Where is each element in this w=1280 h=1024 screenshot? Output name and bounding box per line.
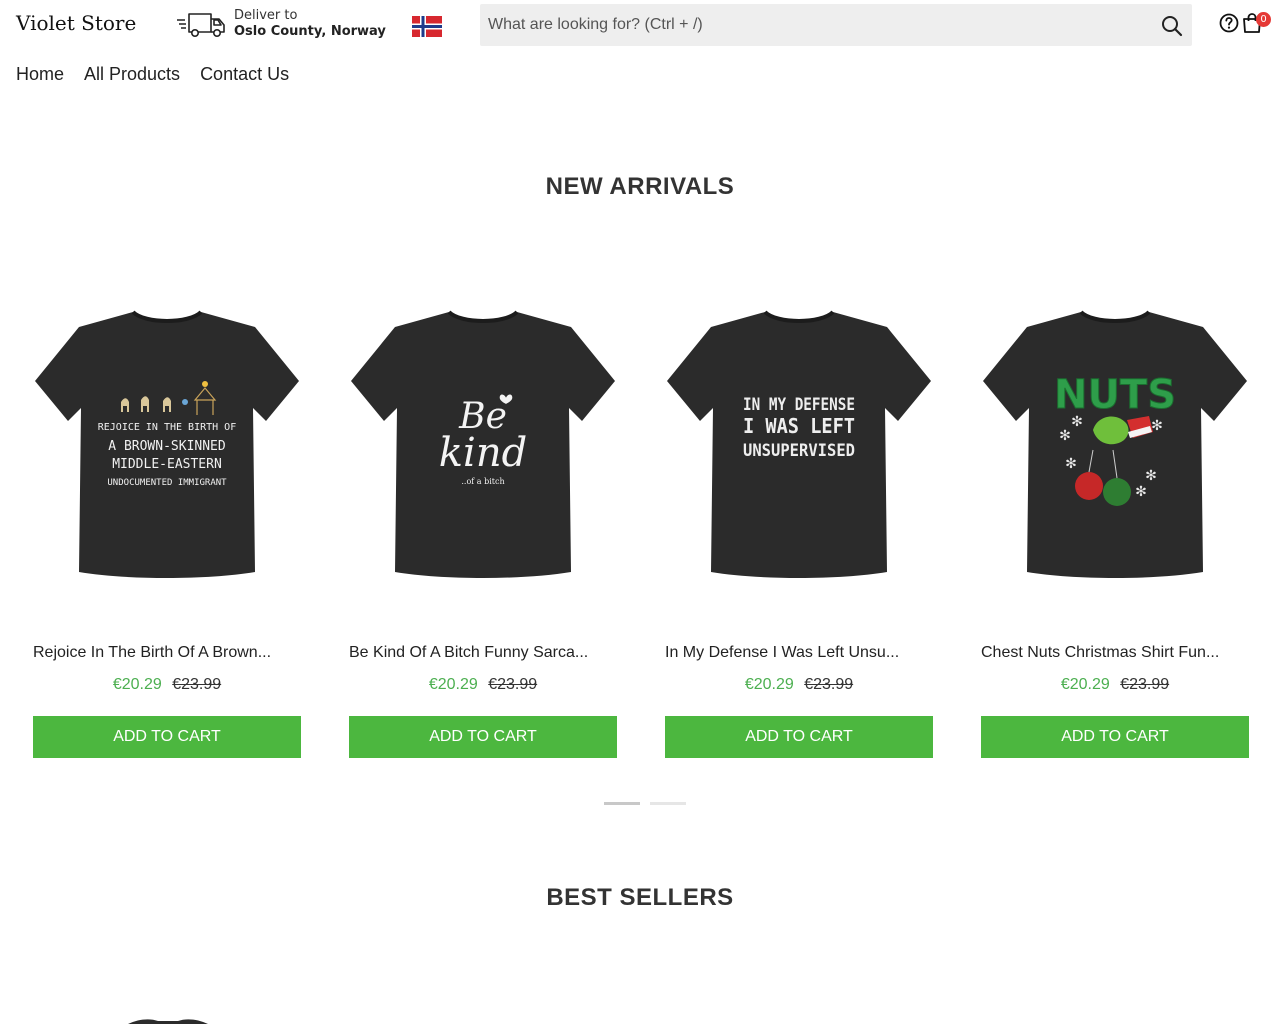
shirt-graphic-text: REJOICE IN THE BIRTH OF [98, 422, 236, 433]
product-prices: €20.29 €23.99 [349, 676, 617, 694]
product-prices: €20.29 €23.99 [665, 676, 933, 694]
original-price: €23.99 [488, 676, 538, 693]
deliver-location: Oslo County, Norway [234, 24, 386, 39]
original-price: €23.99 [1120, 676, 1170, 693]
svg-text:✻: ✻ [1135, 484, 1147, 500]
search-icon[interactable] [1160, 14, 1184, 38]
add-to-cart-button[interactable]: ADD TO CART [665, 716, 933, 758]
new-arrivals-heading: NEW ARRIVALS [545, 173, 735, 200]
main-nav: Home All Products Contact Us [16, 64, 289, 85]
sale-price: €20.29 [1060, 676, 1110, 693]
nav-home[interactable]: Home [16, 64, 64, 85]
product-title[interactable]: Rejoice In The Birth Of A Brown... [33, 644, 301, 662]
product-prices: €20.29 €23.99 [33, 676, 301, 694]
add-to-cart-button[interactable]: ADD TO CART [33, 716, 301, 758]
original-price: €23.99 [804, 676, 854, 693]
new-arrivals-carousel: REJOICE IN THE BIRTH OF A BROWN-SKINNED … [33, 280, 1249, 770]
site-header: Violet Store Deliver to Oslo County, Nor… [0, 0, 1280, 50]
svg-text:✻: ✻ [1151, 418, 1163, 434]
product-card: Be kind ..of a bitch Be Kind Of A Bitch … [349, 280, 617, 758]
product-card: NUTS ✻ ✻ ✻ ✻ ✻ ✻ Chest Nuts Christmas Shirt … [981, 280, 1249, 758]
search-bar [480, 4, 1192, 46]
product-image-peek [128, 1019, 208, 1024]
product-card: IN MY DEFENSE I WAS LEFT UNSUPERVISED In… [665, 280, 933, 758]
shirt-graphic-text: IN MY DEFENSE [743, 395, 855, 415]
best-sellers-heading: BEST SELLERS [546, 884, 734, 911]
shirt-graphic-text: UNDOCUMENTED IMMIGRANT [107, 478, 227, 488]
shirt-graphic-text: UNSUPERVISED [743, 441, 855, 461]
product-title[interactable]: In My Defense I Was Left Unsu... [665, 644, 933, 662]
nav-contact-us[interactable]: Contact Us [200, 64, 289, 85]
norway-flag-icon[interactable] [412, 16, 442, 37]
store-logo[interactable]: Violet Store [16, 11, 136, 35]
carousel-pagination [604, 802, 686, 805]
shirt-graphic-text: MIDDLE-EASTERN [112, 457, 222, 472]
nav-all-products[interactable]: All Products [84, 64, 180, 85]
product-card: REJOICE IN THE BIRTH OF A BROWN-SKINNED … [33, 280, 301, 758]
sale-price: €20.29 [428, 676, 478, 693]
carousel-dot-1[interactable] [604, 802, 640, 805]
shirt-graphic-text: ..of a bitch [461, 477, 504, 486]
product-title[interactable]: Chest Nuts Christmas Shirt Fun... [981, 644, 1249, 662]
carousel-dot-2[interactable] [650, 802, 686, 805]
product-image-tshirt[interactable]: REJOICE IN THE BIRTH OF A BROWN-SKINNED … [33, 280, 301, 610]
add-to-cart-button[interactable]: ADD TO CART [349, 716, 617, 758]
svg-text:✻: ✻ [1145, 468, 1157, 484]
product-image-tshirt[interactable]: Be kind ..of a bitch [349, 280, 617, 610]
svg-text:✻: ✻ [1059, 428, 1071, 444]
shirt-graphic-text: I WAS LEFT [743, 414, 855, 438]
deliver-to-label: Deliver to [234, 8, 298, 23]
sale-price: €20.29 [744, 676, 794, 693]
shirt-graphic-text: kind [439, 430, 527, 476]
shirt-graphic-text: NUTS [1054, 372, 1176, 418]
product-title[interactable]: Be Kind Of A Bitch Funny Sarca... [349, 644, 617, 662]
add-to-cart-button[interactable]: ADD TO CART [981, 716, 1249, 758]
product-image-tshirt[interactable]: IN MY DEFENSE I WAS LEFT UNSUPERVISED [665, 280, 933, 610]
shirt-graphic-text: A BROWN-SKINNED [108, 439, 226, 454]
deliver-to-selector[interactable]: Deliver to Oslo County, Norway [175, 8, 386, 40]
original-price: €23.99 [172, 676, 222, 693]
svg-text:✻: ✻ [1071, 414, 1083, 430]
cart-count-badge: 0 [1256, 12, 1271, 27]
svg-text:✻: ✻ [1065, 456, 1077, 472]
sale-price: €20.29 [112, 676, 162, 693]
help-icon[interactable] [1219, 13, 1239, 33]
product-prices: €20.29 €23.99 [981, 676, 1249, 694]
search-input[interactable] [480, 4, 1140, 46]
truck-icon [177, 13, 225, 37]
product-image-tshirt[interactable]: NUTS ✻✻✻ ✻✻✻ [981, 280, 1249, 610]
